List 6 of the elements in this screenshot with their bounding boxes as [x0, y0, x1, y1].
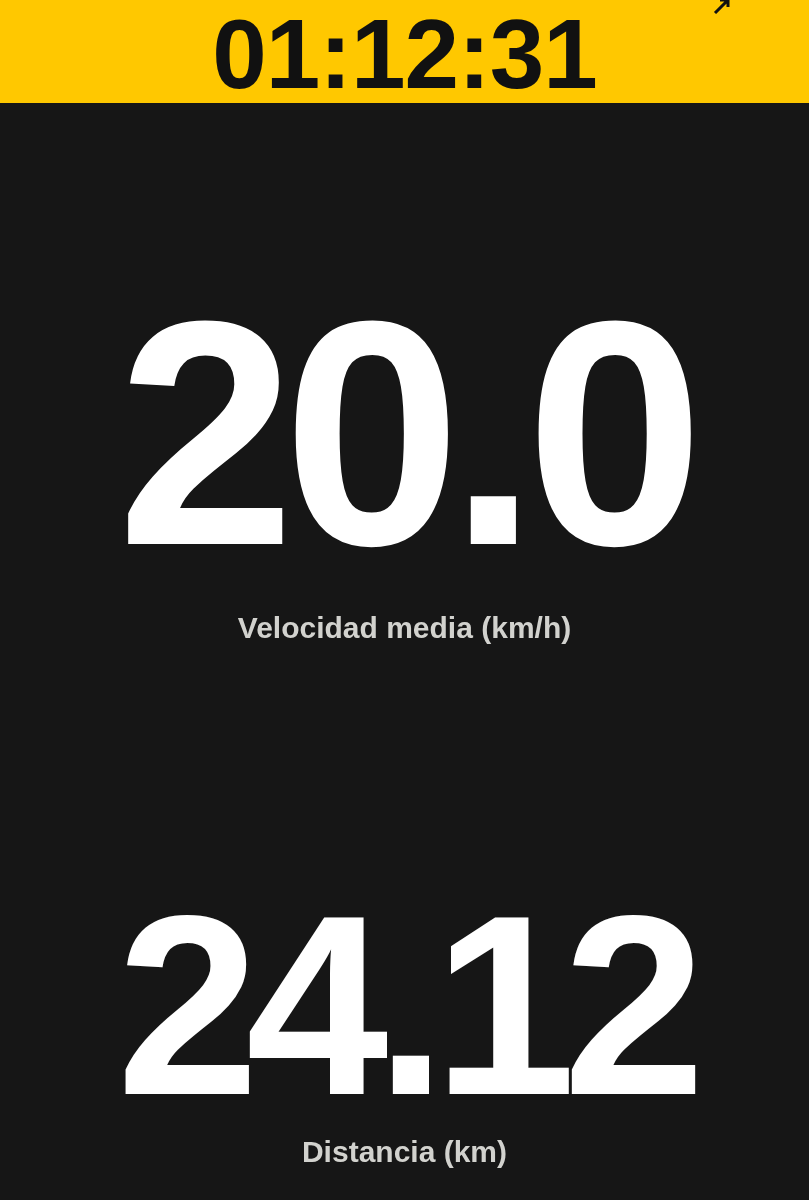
metric-label: Velocidad media (km/h) [237, 610, 572, 646]
metric-value: 20.0 [117, 273, 692, 593]
metric-label: Distancia (km) [301, 1134, 508, 1170]
metric-value: 24.12 [116, 877, 693, 1133]
elapsed-time: 01:12:31 [212, 0, 597, 103]
arrow-icon[interactable] [712, 0, 732, 14]
